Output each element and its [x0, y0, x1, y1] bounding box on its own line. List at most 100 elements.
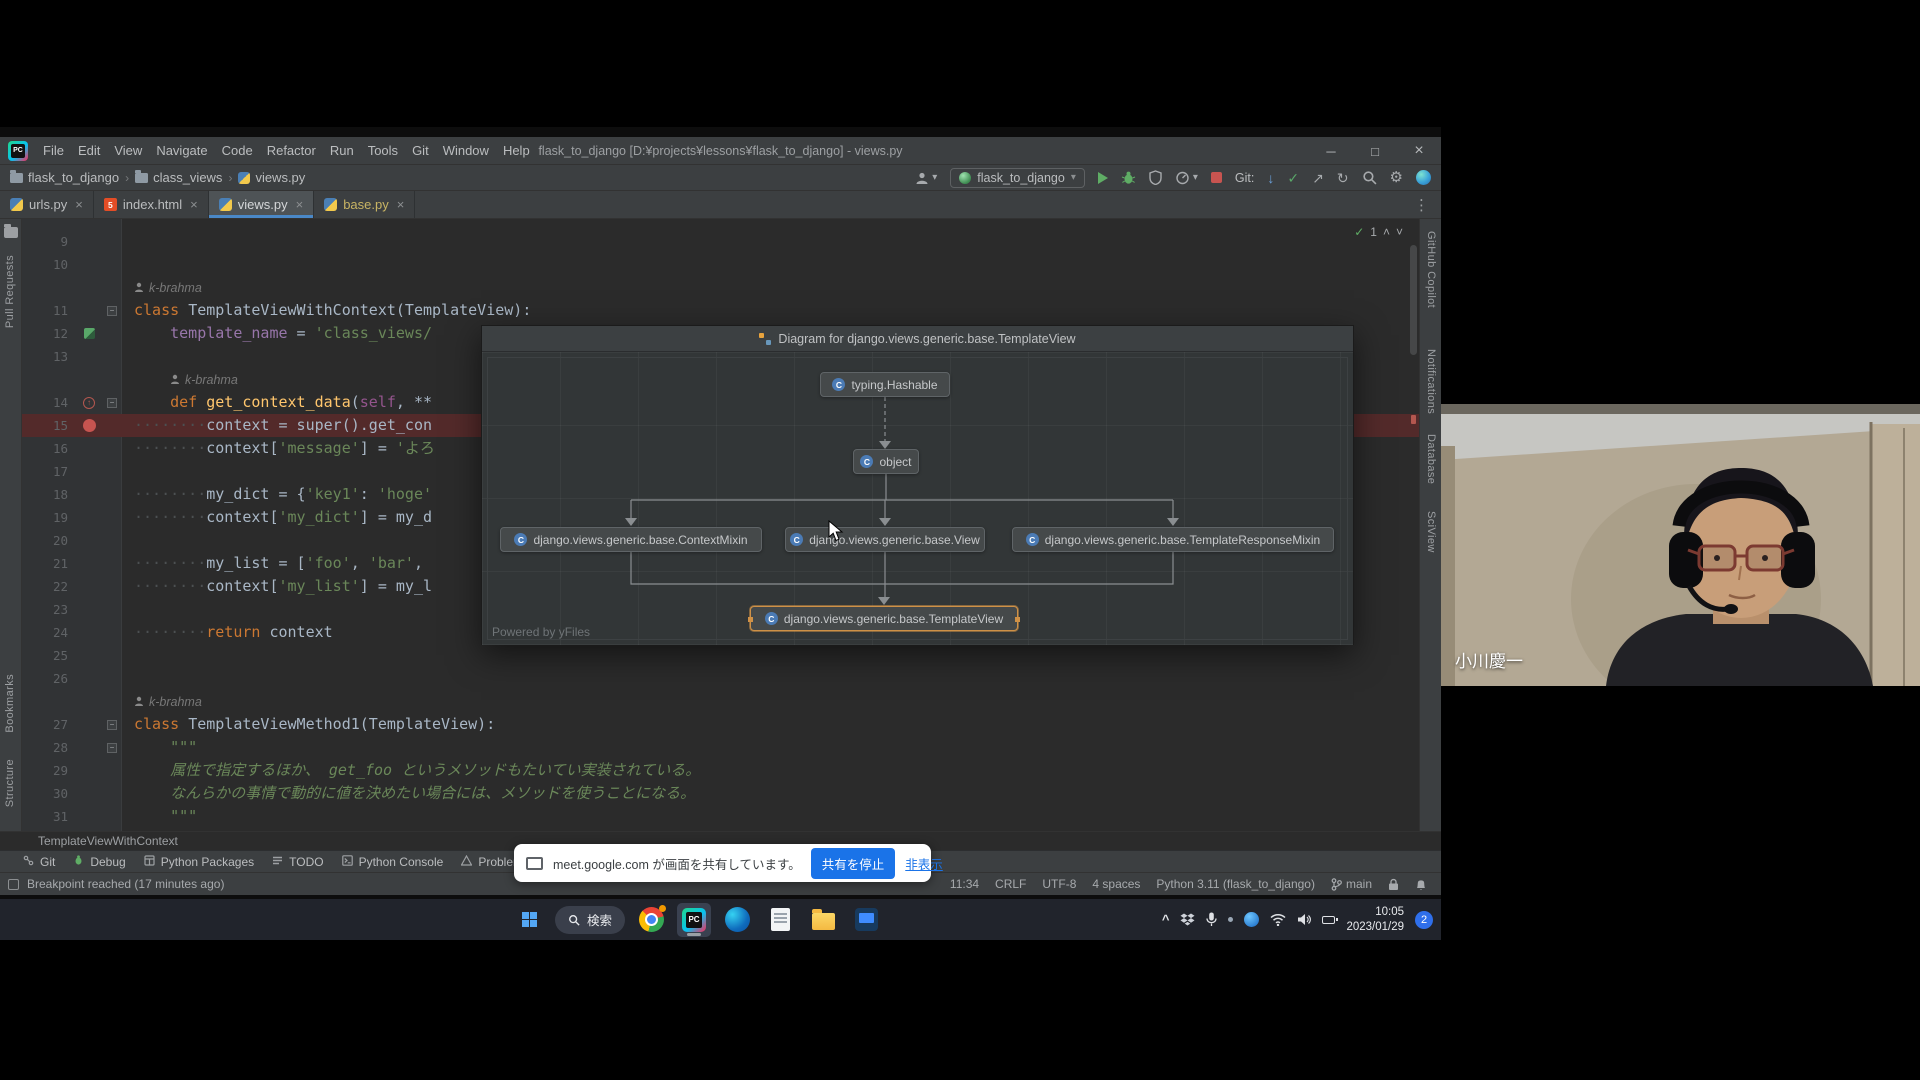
hide-banner-button[interactable]: 非表示 [905, 854, 943, 873]
settings-button[interactable]: ⚙ [1390, 170, 1403, 185]
breadcrumb-item-views.py[interactable]: views.py [238, 170, 305, 185]
tool-stripe-bookmarks[interactable]: Bookmarks [4, 674, 16, 733]
tool-stripe-pull-requests[interactable]: Pull Requests [4, 255, 16, 328]
fold-marker[interactable]: − [107, 720, 117, 730]
close-button[interactable]: × [1397, 137, 1441, 165]
tab-close-icon[interactable]: × [397, 197, 405, 212]
wifi-icon[interactable] [1270, 913, 1286, 926]
scrollbar-thumb[interactable] [1410, 245, 1417, 355]
fold-marker[interactable]: − [107, 398, 117, 408]
line-separator[interactable]: CRLF [995, 877, 1026, 891]
breakpoint-icon[interactable] [83, 419, 96, 432]
menu-window[interactable]: Window [436, 139, 496, 162]
taskbar-search[interactable]: 検索 [555, 906, 625, 934]
pycharm-app-button[interactable]: PC [677, 903, 711, 937]
template-icon[interactable] [84, 328, 95, 339]
git-commit-button[interactable]: ✓ [1287, 171, 1299, 185]
tool-window-git[interactable]: Git [14, 851, 64, 872]
tool-stripe-database[interactable]: Database [1425, 434, 1437, 484]
git-branch[interactable]: main [1331, 877, 1372, 891]
tool-window-todo[interactable]: TODO [263, 851, 332, 872]
fold-marker[interactable]: − [107, 306, 117, 316]
python-interpreter[interactable]: Python 3.11 (flask_to_django) [1156, 877, 1315, 891]
minimize-button[interactable]: ─ [1309, 137, 1353, 165]
tray-overflow-chevron[interactable]: ^ [1162, 912, 1170, 927]
explorer-app-button[interactable] [806, 903, 840, 937]
tab-close-icon[interactable]: × [75, 197, 83, 212]
tab-base.py[interactable]: base.py× [314, 191, 415, 218]
indent-setting[interactable]: 4 spaces [1092, 877, 1140, 891]
menu-help[interactable]: Help [496, 139, 537, 162]
tool-window-toggle-icon[interactable] [8, 879, 19, 890]
diagram-node-templateview[interactable]: C django.views.generic.base.TemplateView [750, 606, 1018, 631]
bluetooth-dot-icon[interactable] [1228, 917, 1233, 922]
more-tabs-icon[interactable]: ⋮ [1402, 191, 1441, 218]
notepad-app-button[interactable] [763, 903, 797, 937]
diagram-canvas[interactable]: C typing.Hashable C object C django.view… [482, 352, 1353, 645]
start-button[interactable] [512, 903, 546, 937]
git-history-button[interactable]: ↻ [1337, 171, 1349, 185]
tab-urls.py[interactable]: urls.py× [0, 191, 94, 218]
notifications-icon[interactable] [1415, 878, 1427, 891]
diagram-node-templateresponsemixin[interactable]: C django.views.generic.base.TemplateResp… [1012, 527, 1334, 552]
tool-window-python-packages[interactable]: Python Packages [135, 851, 263, 872]
taskbar-clock[interactable]: 10:05 2023/01/29 [1346, 905, 1404, 935]
menu-code[interactable]: Code [215, 139, 260, 162]
stop-sharing-button[interactable]: 共有を停止 [811, 848, 896, 879]
diagram-node-view[interactable]: C django.views.generic.base.View [785, 527, 985, 552]
tab-views.py[interactable]: views.py× [209, 191, 314, 218]
tool-stripe-sciview[interactable]: SciView [1425, 511, 1437, 553]
menu-run[interactable]: Run [323, 139, 361, 162]
notification-count-badge[interactable]: 2 [1415, 911, 1433, 929]
cursor-position[interactable]: 11:34 [950, 877, 979, 891]
tool-stripe-github-copilot[interactable]: GitHub Copilot [1425, 231, 1437, 308]
remote-desktop-app-button[interactable] [849, 903, 883, 937]
run-button[interactable] [1098, 172, 1108, 184]
next-problem-icon[interactable]: ˅ [1396, 225, 1403, 239]
profiler-button[interactable]: ▾ [1175, 170, 1198, 185]
diagram-node-hashable[interactable]: C typing.Hashable [820, 372, 950, 397]
tab-close-icon[interactable]: × [190, 197, 198, 212]
search-highlights-icon[interactable] [1244, 912, 1259, 927]
menu-tools[interactable]: Tools [361, 139, 405, 162]
fold-marker[interactable]: − [107, 743, 117, 753]
copilot-status-icon[interactable] [1416, 170, 1431, 185]
user-menu[interactable]: ▾ [915, 171, 937, 185]
breadcrumb-item-class_views[interactable]: class_views [135, 170, 222, 185]
inspection-widget[interactable]: ✓ 1 ˄ ˅ [1354, 225, 1403, 239]
battery-icon[interactable] [1322, 916, 1335, 924]
status-message[interactable]: Breakpoint reached (17 minutes ago) [27, 877, 224, 891]
tool-window-python-console[interactable]: Python Console [333, 851, 453, 872]
run-configuration-select[interactable]: flask_to_django ▾ [950, 168, 1085, 188]
tab-index.html[interactable]: 5index.html× [94, 191, 209, 218]
coverage-button[interactable] [1149, 170, 1162, 185]
project-tool-icon[interactable] [4, 227, 18, 238]
maximize-button[interactable]: □ [1353, 137, 1397, 165]
lock-icon[interactable] [1388, 878, 1399, 891]
dropbox-icon[interactable] [1180, 913, 1195, 927]
menu-git[interactable]: Git [405, 139, 436, 162]
menu-view[interactable]: View [107, 139, 149, 162]
git-update-button[interactable]: ↓ [1267, 171, 1274, 185]
microphone-icon[interactable] [1206, 912, 1217, 927]
breadcrumb-item-flask_to_django[interactable]: flask_to_django [10, 170, 119, 185]
editor-scrollbar[interactable] [1409, 219, 1418, 831]
search-everywhere-button[interactable] [1362, 170, 1377, 185]
diagram-node-object[interactable]: C object [853, 449, 919, 474]
prev-problem-icon[interactable]: ˄ [1383, 225, 1390, 239]
speaker-icon[interactable] [1297, 913, 1311, 926]
chrome-app-button[interactable] [634, 903, 668, 937]
file-encoding[interactable]: UTF-8 [1042, 877, 1076, 891]
menu-navigate[interactable]: Navigate [149, 139, 214, 162]
menu-edit[interactable]: Edit [71, 139, 107, 162]
tool-stripe-structure[interactable]: Structure [4, 759, 16, 807]
tab-close-icon[interactable]: × [296, 197, 304, 212]
tool-window-debug[interactable]: Debug [64, 851, 134, 872]
debug-button[interactable] [1121, 170, 1136, 185]
git-push-button[interactable]: ↗ [1312, 171, 1324, 185]
override-icon[interactable]: ↑ [83, 397, 95, 409]
diagram-node-contextmixin[interactable]: C django.views.generic.base.ContextMixin [500, 527, 762, 552]
edge-app-button[interactable] [720, 903, 754, 937]
menu-refactor[interactable]: Refactor [260, 139, 323, 162]
menu-file[interactable]: File [36, 139, 71, 162]
